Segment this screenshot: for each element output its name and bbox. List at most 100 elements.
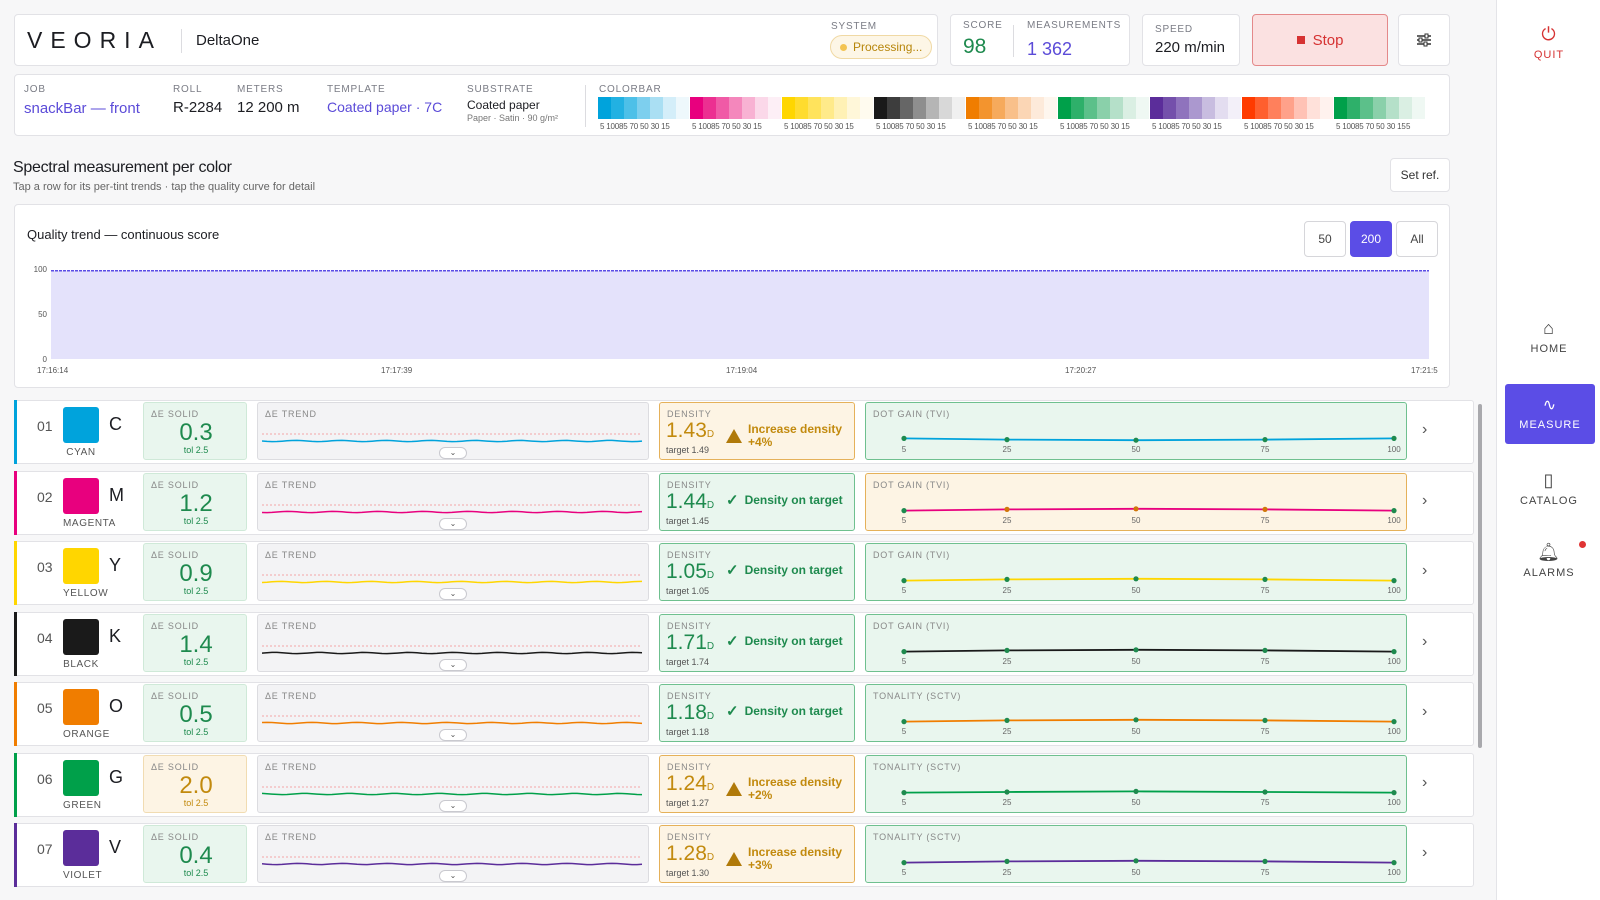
expand-chevron-icon[interactable]: ⌄ <box>439 517 467 530</box>
range-50-button[interactable]: 50 <box>1304 221 1346 257</box>
score-value: 98 <box>963 35 987 58</box>
nav-measure[interactable]: ∿ MEASURE <box>1505 384 1595 444</box>
tone-curve-point <box>1133 788 1139 794</box>
quality-trend-card[interactable]: Quality trend — continuous score 100 50 0 1… <box>14 204 1450 388</box>
curve-label: DOT GAIN (TVI) <box>873 620 951 631</box>
color-chip <box>63 689 99 725</box>
delta-e-trend-box[interactable]: ΔE TREND ⌄ <box>257 684 649 742</box>
curve-x-tick: 75 <box>1261 657 1270 666</box>
color-row-black[interactable]: 04 K BLACK ΔE SOLID 1.4 tol 2.5 ΔE TREND ⌄ DENSI… <box>14 611 1474 676</box>
quality-chart[interactable]: 100 50 0 17:16:14 17:17:39 17:19:04 17:20:27 17… <box>15 205 1451 389</box>
color-row-violet[interactable]: 07 V VIOLET ΔE SOLID 0.4 tol 2.5 ΔE TREND ⌄ DENS… <box>14 823 1474 887</box>
check-icon: ✓ <box>726 491 739 509</box>
tone-curve-box[interactable]: 5 25 50 75 100 TONALITY (SCTV) <box>865 754 1407 813</box>
main-area: VEORIA DeltaOne SYSTEM Processing... SCO… <box>0 0 1496 900</box>
set-ref-button[interactable]: Set ref. <box>1390 158 1450 192</box>
delta-e-trend-box[interactable]: ΔE TREND ⌄ <box>257 754 649 813</box>
chevron-right-icon[interactable]: › <box>1422 844 1427 862</box>
curve-x-tick: 100 <box>1387 868 1401 877</box>
tone-curve-box[interactable]: 5 25 50 75 100 TONALITY (SCTV) <box>865 684 1407 742</box>
range-200-button[interactable]: 200 <box>1350 221 1392 257</box>
range-all-button[interactable]: All <box>1396 221 1438 257</box>
stop-button[interactable]: Stop <box>1252 14 1388 66</box>
delta-e-tolerance: tol 2.5 <box>183 586 209 596</box>
delta-e-trend-box[interactable]: ΔE TREND ⌄ <box>257 543 649 601</box>
tone-curve-point <box>1004 576 1010 582</box>
job-link[interactable]: snackBar — front <box>24 100 140 117</box>
tone-curve-box[interactable]: 5 25 50 75 100 DOT GAIN (TVI) <box>865 613 1407 672</box>
tone-curve-box[interactable]: 5 25 50 75 100 DOT GAIN (TVI) <box>865 472 1407 531</box>
expand-chevron-icon[interactable]: ⌄ <box>439 447 467 459</box>
color-row-yellow[interactable]: 03 Y YELLOW ΔE SOLID 0.9 tol 2.5 ΔE TREND ⌄ DENS… <box>14 541 1474 605</box>
y-tick-label: 100 <box>34 265 48 274</box>
density-label: DENSITY <box>667 550 712 560</box>
colorbar-group-green2 <box>1334 97 1425 119</box>
nav-catalog[interactable]: ▯ CATALOG <box>1497 470 1600 507</box>
delta-e-label: ΔE SOLID <box>151 761 199 772</box>
row-color-bar <box>14 752 17 817</box>
color-row-magenta[interactable]: 02 M MAGENTA ΔE SOLID 1.2 tol 2.5 ΔE TREND ⌄ DEN… <box>14 470 1474 535</box>
chevron-right-icon[interactable]: › <box>1422 421 1427 439</box>
delta-e-tolerance: tol 2.5 <box>183 797 209 808</box>
colorbar-ticks: 5 10085 70 50 30 15 <box>1060 122 1130 131</box>
expand-chevron-icon[interactable]: ⌄ <box>439 588 467 600</box>
curve-x-tick: 50 <box>1132 657 1141 666</box>
y-tick-label: 50 <box>38 310 47 319</box>
colorbar-swatch <box>1320 97 1333 119</box>
curve-x-tick: 100 <box>1387 516 1401 525</box>
chevron-right-icon[interactable]: › <box>1422 492 1427 510</box>
expand-chevron-icon[interactable]: ⌄ <box>439 799 467 812</box>
delta-e-trend-box[interactable]: ΔE TREND ⌄ <box>257 613 649 672</box>
color-row-green[interactable]: 06 G GREEN ΔE SOLID 2.0 tol 2.5 ΔE TREND ⌄ DENSI… <box>14 752 1474 817</box>
scrollbar[interactable] <box>1478 404 1482 748</box>
colorbar-swatch <box>1202 97 1215 119</box>
color-chip <box>63 548 99 584</box>
curve-x-tick: 25 <box>1003 445 1012 454</box>
color-row-orange[interactable]: 05 O ORANGE ΔE SOLID 0.5 tol 2.5 ΔE TREND ⌄ DENS… <box>14 682 1474 746</box>
tone-curve-point <box>1133 646 1139 652</box>
trend-sparkline <box>262 645 643 654</box>
nav-alarms[interactable]: 🔔︎ ALARMS <box>1497 542 1600 579</box>
delta-e-value: 0.5 <box>179 701 213 728</box>
colorbar-swatch <box>1268 97 1281 119</box>
expand-chevron-icon[interactable]: ⌄ <box>439 729 467 741</box>
tone-curve-point <box>1262 858 1268 864</box>
delta-e-trend-box[interactable]: ΔE TREND ⌄ <box>257 825 649 883</box>
colorbar-swatch <box>1005 97 1018 119</box>
colorbar-swatch <box>1136 97 1149 119</box>
tone-curve-box[interactable]: 5 25 50 75 100 TONALITY (SCTV) <box>865 825 1407 883</box>
template-link[interactable]: Coated paper · 7C <box>327 99 442 115</box>
colorbar-ticks: 5 10085 70 50 30 15 <box>1336 122 1406 131</box>
delta-e-trend-box[interactable]: ΔE TREND ⌄ <box>257 472 649 531</box>
tone-curve-point <box>1391 719 1397 725</box>
tone-curve-point <box>1004 858 1010 864</box>
delta-e-trend-box[interactable]: ΔE TREND ⌄ <box>257 402 649 460</box>
chevron-right-icon[interactable]: › <box>1422 774 1427 792</box>
score-label: SCORE <box>963 20 1003 31</box>
quit-button[interactable]: ⏻ QUIT <box>1497 24 1600 61</box>
delta-e-value: 1.2 <box>179 489 213 517</box>
color-name: GREEN <box>63 799 102 811</box>
expand-chevron-icon[interactable]: ⌄ <box>439 658 467 671</box>
settings-button[interactable] <box>1398 14 1450 66</box>
curve-x-tick: 50 <box>1132 516 1141 525</box>
colorbar-swatch <box>611 97 624 119</box>
tone-curve-box[interactable]: 5 25 50 75 100 DOT GAIN (TVI) <box>865 402 1407 460</box>
tone-curve-box[interactable]: 5 25 50 75 100 DOT GAIN (TVI) <box>865 543 1407 601</box>
chevron-right-icon[interactable]: › <box>1422 703 1427 721</box>
color-row-cyan[interactable]: 01 C CYAN ΔE SOLID 0.3 tol 2.5 ΔE TREND ⌄ DENSIT… <box>14 400 1474 464</box>
nav-home[interactable]: ⌂ HOME <box>1497 318 1600 355</box>
tone-curve-point <box>1262 506 1268 512</box>
expand-chevron-icon[interactable]: ⌄ <box>439 870 467 882</box>
chevron-right-icon[interactable]: › <box>1422 562 1427 580</box>
density-box: DENSITY 1.44D target 1.45 ✓ Density on targe… <box>659 472 855 531</box>
brand-logo: VEORIA <box>27 27 162 53</box>
colorbar-swatch <box>1347 97 1360 119</box>
curve-x-tick: 100 <box>1387 586 1401 595</box>
tone-curve-point <box>1004 647 1010 653</box>
density-box: DENSITY 1.18D target 1.18 ✓ Density on targe… <box>659 684 855 742</box>
colorbar-swatch <box>900 97 913 119</box>
delta-e-label: ΔE SOLID <box>151 550 199 560</box>
check-icon: ✓ <box>726 632 739 650</box>
chevron-right-icon[interactable]: › <box>1422 633 1427 651</box>
